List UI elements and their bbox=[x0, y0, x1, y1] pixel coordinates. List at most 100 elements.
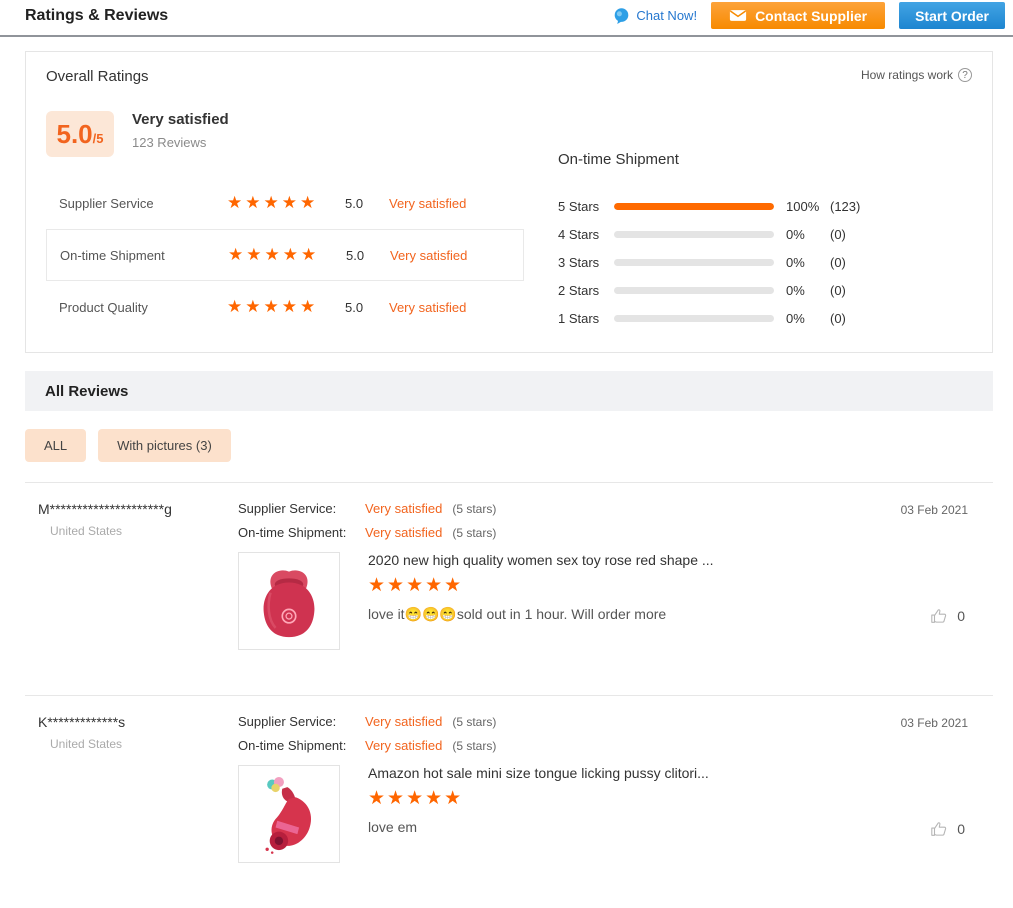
helpful-button[interactable]: 0 bbox=[930, 607, 965, 625]
helpful-count: 0 bbox=[957, 821, 965, 837]
chat-bubble-icon bbox=[613, 7, 630, 24]
histogram-count: (123) bbox=[830, 198, 861, 214]
review-text: love em bbox=[368, 819, 418, 835]
reviewer-country: United States bbox=[50, 737, 123, 751]
histogram-percent: 0% bbox=[786, 254, 805, 270]
review-rating-line: Supplier Service: Very satisfied (5 star… bbox=[238, 714, 858, 729]
review-rating-value: Very satisfied bbox=[365, 738, 443, 753]
page-title: Ratings & Reviews bbox=[25, 6, 169, 24]
thumbs-up-icon bbox=[930, 607, 948, 625]
start-order-label: Start Order bbox=[915, 7, 989, 24]
contact-supplier-button[interactable]: Contact Supplier bbox=[711, 2, 886, 29]
histogram-percent: 0% bbox=[786, 310, 805, 326]
ratings-summary-column: 5.0/5 Very satisfied 123 Reviews Supplie… bbox=[46, 85, 524, 333]
review-rating-label: Supplier Service: bbox=[238, 714, 337, 729]
review-rating-value: Very satisfied bbox=[365, 714, 443, 729]
histogram-percent: 0% bbox=[786, 282, 805, 298]
review-rating-label: On-time Shipment: bbox=[238, 738, 347, 753]
histogram-count: (0) bbox=[830, 282, 846, 298]
histogram-label: 4 Stars bbox=[558, 226, 600, 242]
review-star-icons: ★★★★★ bbox=[368, 788, 464, 809]
review-date: 03 Feb 2021 bbox=[900, 716, 968, 730]
how-ratings-work-label: How ratings work bbox=[860, 68, 953, 82]
histogram-bar bbox=[614, 286, 774, 294]
all-reviews-band: All Reviews bbox=[25, 371, 993, 411]
reviewer-country: United States bbox=[50, 524, 123, 538]
histogram-row-1-stars: 1 Stars 0% (0) bbox=[558, 304, 860, 332]
review-rating-line: On-time Shipment: Very satisfied (5 star… bbox=[238, 525, 858, 540]
histogram-row-2-stars: 2 Stars 0% (0) bbox=[558, 276, 860, 304]
chat-now-label: Chat Now! bbox=[636, 8, 698, 23]
review-rating-detail: (5 stars) bbox=[452, 739, 497, 753]
shipment-histogram: On-time Shipment 5 Stars 100% (123) 4 St… bbox=[558, 85, 860, 333]
review-rating-detail: (5 stars) bbox=[452, 526, 497, 540]
histogram-bar bbox=[614, 258, 774, 266]
histogram-label: 2 Stars bbox=[558, 282, 600, 298]
chat-now-link[interactable]: Chat Now! bbox=[613, 7, 697, 24]
rating-row-verdict: Very satisfied bbox=[389, 299, 467, 315]
rating-row-score: 5.0 bbox=[346, 247, 365, 263]
all-reviews-title: All Reviews bbox=[45, 382, 129, 400]
topbar-actions: Chat Now! Contact Supplier Start Order bbox=[613, 2, 1005, 29]
review-rating-detail: (5 stars) bbox=[452, 715, 497, 729]
histogram-count: (0) bbox=[830, 310, 846, 326]
filter-all-button[interactable]: ALL bbox=[25, 429, 87, 462]
review-filters: ALL With pictures (3) bbox=[25, 429, 993, 462]
review-rating-label: On-time Shipment: bbox=[238, 525, 347, 540]
rating-row-label: Product Quality bbox=[59, 299, 148, 315]
histogram-row-4-stars: 4 Stars 0% (0) bbox=[558, 220, 860, 248]
review-item: M*********************g United States Su… bbox=[25, 482, 993, 695]
histogram-label: 3 Stars bbox=[558, 254, 600, 270]
histogram-title: On-time Shipment bbox=[558, 151, 679, 168]
rating-row-label: On-time Shipment bbox=[60, 247, 165, 263]
histogram-label: 1 Stars bbox=[558, 310, 600, 326]
review-product-title[interactable]: 2020 new high quality women sex toy rose… bbox=[368, 552, 714, 568]
how-ratings-work-link[interactable]: How ratings work ? bbox=[861, 68, 972, 82]
histogram-bar bbox=[614, 314, 774, 322]
rating-row-product-quality: Product Quality ★★★★★ 5.0 Very satisfied bbox=[46, 281, 524, 333]
overall-ratings-title: Overall Ratings bbox=[46, 68, 149, 85]
histogram-row-5-stars: 5 Stars 100% (123) bbox=[558, 192, 860, 220]
rating-row-ontime-shipment: On-time Shipment ★★★★★ 5.0 Very satisfie… bbox=[46, 229, 524, 281]
histogram-bar bbox=[614, 230, 774, 238]
review-rating-value: Very satisfied bbox=[365, 501, 443, 516]
product-thumbnail-tongue-toy[interactable] bbox=[238, 765, 340, 863]
envelope-icon bbox=[729, 9, 747, 22]
overall-ratings-panel: Overall Ratings How ratings work ? 5.0/5… bbox=[25, 51, 993, 353]
star-rating-icons: ★★★★★ bbox=[227, 297, 319, 316]
histogram-label: 5 Stars bbox=[558, 198, 600, 214]
rating-row-verdict: Very satisfied bbox=[390, 247, 468, 263]
histogram-row-3-stars: 3 Stars 0% (0) bbox=[558, 248, 860, 276]
overall-score-suffix: /5 bbox=[92, 130, 104, 146]
review-date: 03 Feb 2021 bbox=[900, 503, 968, 517]
product-thumbnail-rose[interactable] bbox=[238, 552, 340, 650]
histogram-percent: 100% bbox=[786, 198, 820, 214]
filter-with-pictures-button[interactable]: With pictures (3) bbox=[98, 429, 231, 462]
histogram-count: (0) bbox=[830, 226, 846, 242]
contact-supplier-label: Contact Supplier bbox=[755, 7, 868, 24]
review-list: M*********************g United States Su… bbox=[25, 482, 993, 908]
topbar: Ratings & Reviews Chat Now! Contact Supp… bbox=[0, 0, 1013, 37]
star-rating-icons: ★★★★★ bbox=[227, 193, 319, 212]
thumbs-up-icon bbox=[930, 820, 948, 838]
reviewer-name: K*************s bbox=[38, 714, 126, 730]
histogram-count: (0) bbox=[830, 254, 846, 270]
review-item: K*************s United States Supplier S… bbox=[25, 695, 993, 908]
rating-row-score: 5.0 bbox=[345, 195, 364, 211]
overall-verdict: Very satisfied bbox=[132, 111, 229, 128]
review-rating-value: Very satisfied bbox=[365, 525, 443, 540]
review-rating-label: Supplier Service: bbox=[238, 501, 337, 516]
review-text: love it😁😁😁sold out in 1 hour. Will order… bbox=[368, 606, 667, 622]
start-order-button[interactable]: Start Order bbox=[899, 2, 1005, 29]
histogram-bar bbox=[614, 202, 774, 210]
histogram-percent: 0% bbox=[786, 226, 805, 242]
rating-row-verdict: Very satisfied bbox=[389, 195, 467, 211]
review-product-title[interactable]: Amazon hot sale mini size tongue licking… bbox=[368, 765, 709, 781]
helpful-button[interactable]: 0 bbox=[930, 820, 965, 838]
overall-score-badge: 5.0/5 bbox=[46, 111, 114, 157]
review-rating-line: Supplier Service: Very satisfied (5 star… bbox=[238, 501, 858, 516]
reviews-count: 123 Reviews bbox=[132, 135, 207, 150]
overall-score: 5.0 bbox=[56, 118, 93, 149]
helpful-count: 0 bbox=[957, 608, 965, 624]
rating-row-label: Supplier Service bbox=[59, 195, 154, 211]
